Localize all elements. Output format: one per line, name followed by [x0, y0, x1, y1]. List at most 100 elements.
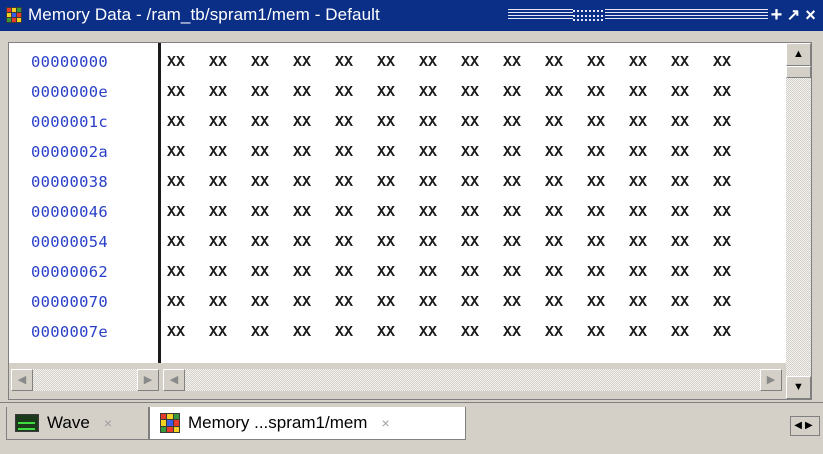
memory-cell[interactable]: XX [671, 293, 713, 323]
memory-cell[interactable]: XX [671, 203, 713, 233]
memory-cell[interactable]: XX [545, 173, 587, 203]
data-horizontal-scrollbar[interactable]: ◀ ▶ [161, 363, 786, 399]
memory-cell[interactable]: XX [293, 233, 335, 263]
memory-cell[interactable]: XX [335, 113, 377, 143]
memory-cell[interactable]: XX [377, 173, 419, 203]
memory-cell[interactable]: XX [671, 323, 713, 353]
memory-cell[interactable]: XX [209, 53, 251, 83]
memory-cell[interactable]: XX [545, 83, 587, 113]
memory-cell[interactable]: XX [167, 53, 209, 83]
memory-cell[interactable]: XX [503, 233, 545, 263]
memory-cell[interactable]: XX [587, 143, 629, 173]
memory-cell[interactable]: XX [587, 173, 629, 203]
memory-cell[interactable]: XX [671, 83, 713, 113]
memory-cell[interactable]: XX [629, 173, 671, 203]
address-column[interactable]: 00000000 0000000e 0000001c 0000002a 00000038… [9, 43, 161, 363]
memory-cell[interactable]: XX [629, 233, 671, 263]
memory-cell[interactable]: XX [293, 293, 335, 323]
memory-cell[interactable]: XX [209, 113, 251, 143]
memory-cell[interactable]: XX [377, 323, 419, 353]
memory-cell[interactable]: XX [209, 233, 251, 263]
memory-cell[interactable]: XX [209, 263, 251, 293]
memory-cell[interactable]: XX [461, 323, 503, 353]
memory-cell[interactable]: XX [335, 263, 377, 293]
tab-scroll-buttons[interactable]: ◀▶ [790, 416, 820, 436]
scroll-right-button[interactable]: ▶ [137, 369, 159, 391]
memory-cell[interactable]: XX [293, 83, 335, 113]
memory-cell[interactable]: XX [629, 143, 671, 173]
memory-cell[interactable]: XX [293, 323, 335, 353]
memory-cell[interactable]: XX [335, 53, 377, 83]
memory-cell[interactable]: XX [419, 323, 461, 353]
memory-cell[interactable]: XX [377, 293, 419, 323]
memory-cell[interactable]: XX [503, 173, 545, 203]
memory-cell[interactable]: XX [629, 53, 671, 83]
memory-cell[interactable]: XX [671, 263, 713, 293]
memory-cell[interactable]: XX [713, 203, 755, 233]
scroll-left-button[interactable]: ◀ [11, 369, 33, 391]
memory-cell[interactable]: XX [293, 113, 335, 143]
memory-cell[interactable]: XX [251, 203, 293, 233]
memory-cell[interactable]: XX [335, 293, 377, 323]
memory-cell[interactable]: XX [167, 233, 209, 263]
memory-cell[interactable]: XX [713, 233, 755, 263]
memory-cell[interactable]: XX [461, 53, 503, 83]
memory-cell[interactable]: XX [629, 113, 671, 143]
memory-cell[interactable]: XX [713, 323, 755, 353]
memory-cell[interactable]: XX [377, 113, 419, 143]
memory-cell[interactable]: XX [503, 263, 545, 293]
memory-cell[interactable]: XX [629, 293, 671, 323]
tab-close-icon[interactable]: × [381, 415, 389, 431]
memory-cell[interactable]: XX [713, 83, 755, 113]
memory-cell[interactable]: XX [335, 173, 377, 203]
memory-cell[interactable]: XX [293, 53, 335, 83]
memory-cell[interactable]: XX [167, 173, 209, 203]
memory-cell[interactable]: XX [545, 143, 587, 173]
tab-wave[interactable]: Wave × [6, 407, 149, 440]
memory-cell[interactable]: XX [587, 263, 629, 293]
tab-close-icon[interactable]: × [104, 415, 112, 431]
memory-cell[interactable]: XX [293, 173, 335, 203]
scroll-track[interactable] [33, 369, 137, 391]
memory-cell[interactable]: XX [713, 173, 755, 203]
memory-cell[interactable]: XX [545, 53, 587, 83]
memory-cell[interactable]: XX [167, 113, 209, 143]
memory-cell[interactable]: XX [545, 233, 587, 263]
memory-cell[interactable]: XX [461, 233, 503, 263]
memory-cell[interactable]: XX [419, 53, 461, 83]
memory-cell[interactable]: XX [587, 323, 629, 353]
memory-cell[interactable]: XX [461, 263, 503, 293]
titlebar-grip[interactable] [508, 9, 770, 21]
tab-memory[interactable]: Memory ...spram1/mem × [149, 407, 466, 440]
memory-cell[interactable]: XX [461, 143, 503, 173]
memory-cell[interactable]: XX [209, 323, 251, 353]
memory-cell[interactable]: XX [461, 83, 503, 113]
memory-cell[interactable]: XX [377, 263, 419, 293]
memory-cell[interactable]: XX [545, 293, 587, 323]
memory-cell[interactable]: XX [671, 173, 713, 203]
memory-cell[interactable]: XX [251, 323, 293, 353]
window-titlebar[interactable]: Memory Data - /ram_tb/spram1/mem - Defau… [0, 0, 823, 31]
memory-cell[interactable]: XX [713, 263, 755, 293]
memory-cell[interactable]: XX [293, 143, 335, 173]
memory-cell[interactable]: XX [503, 323, 545, 353]
scroll-left-button[interactable]: ◀ [163, 369, 185, 391]
memory-cell[interactable]: XX [461, 293, 503, 323]
memory-cell[interactable]: XX [251, 293, 293, 323]
memory-cell[interactable]: XX [503, 203, 545, 233]
memory-cell[interactable]: XX [713, 293, 755, 323]
memory-cell[interactable]: XX [335, 143, 377, 173]
memory-cell[interactable]: XX [545, 113, 587, 143]
memory-cell[interactable]: XX [461, 173, 503, 203]
memory-cell[interactable]: XX [209, 203, 251, 233]
memory-cell[interactable]: XX [167, 263, 209, 293]
memory-cell[interactable]: XX [377, 233, 419, 263]
memory-cell[interactable]: XX [629, 263, 671, 293]
memory-cell[interactable]: XX [587, 53, 629, 83]
memory-cell[interactable]: XX [545, 323, 587, 353]
memory-cell[interactable]: XX [671, 233, 713, 263]
memory-cell[interactable]: XX [503, 83, 545, 113]
memory-cell[interactable]: XX [671, 113, 713, 143]
memory-cell[interactable]: XX [713, 53, 755, 83]
scroll-down-button[interactable]: ▼ [786, 376, 811, 399]
